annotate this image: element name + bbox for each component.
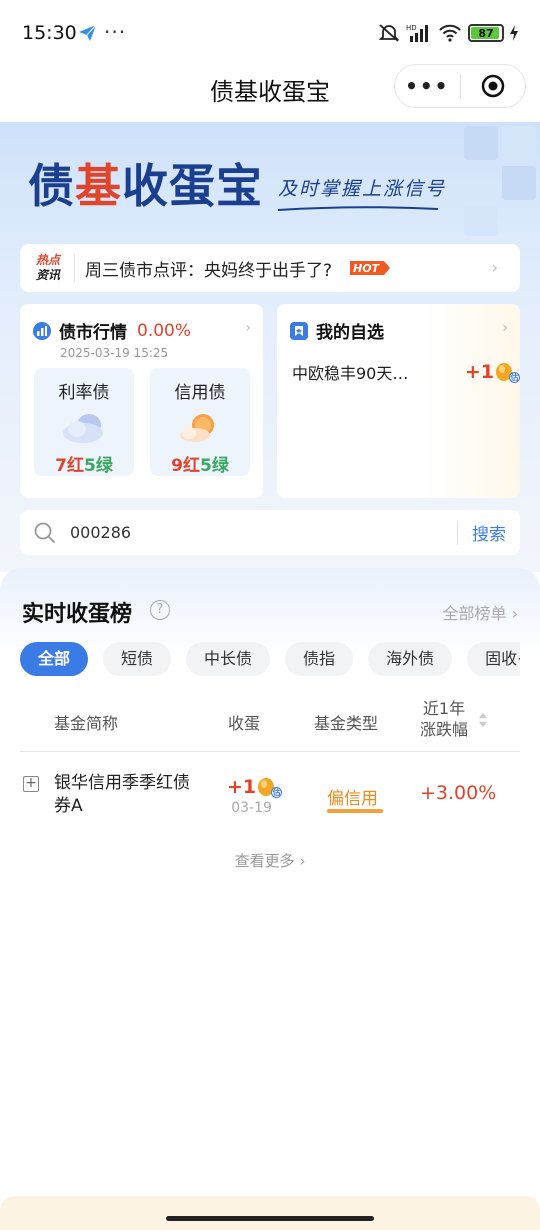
tab-mid-long-bond[interactable]: 中长债: [186, 642, 271, 676]
fund-type-bar: [327, 809, 383, 813]
watchlist-item[interactable]: 中欧稳丰90天… +1 估: [292, 360, 520, 384]
market-card-title: 债市行情: [59, 323, 127, 343]
status-time: 15:30: [22, 22, 77, 44]
search-input[interactable]: [70, 523, 457, 542]
tab-all[interactable]: 全部: [20, 642, 89, 676]
news-headline[interactable]: 周三债市点评：央妈终于出手了?: [85, 256, 332, 281]
hot-badge: HOT: [350, 261, 391, 275]
market-update-time: 2025-03-19 15:25: [60, 346, 169, 360]
table-row[interactable]: + 银华信用季季红债券A +1 估 03-19 偏信用 +3.00%: [20, 768, 520, 828]
col-fund-type: 基金类型: [314, 714, 379, 733]
watchlist-egg-value: +1 估: [464, 361, 520, 383]
credit-bond-count: 9红5绿: [171, 456, 229, 476]
charging-icon: [510, 25, 518, 41]
bottom-banner[interactable]: [0, 1196, 540, 1230]
rate-bond-tile[interactable]: 利率债 7红5绿: [34, 368, 134, 476]
watchlist-title: 我的自选: [316, 323, 384, 343]
bookmark-icon: [290, 321, 308, 340]
svg-text:HOT: HOT: [353, 262, 381, 275]
fund-type: 偏信用: [327, 789, 378, 809]
rate-bond-count: 7红5绿: [55, 456, 113, 476]
ranking-section: 实时收蛋榜 ? 全部榜单 › 全部 短债 中长债 债指 海外债 固收+ 基金简称…: [0, 568, 540, 1230]
help-icon[interactable]: ?: [150, 600, 170, 620]
tab-fixed-income-plus[interactable]: 固收+: [467, 642, 520, 676]
signal-icon: HD: [406, 24, 428, 42]
table-header: 基金简称 收蛋 基金类型 近1年 涨跌幅: [20, 698, 520, 752]
category-tabs: 全部 短债 中长债 债指 海外债 固收+: [20, 642, 520, 678]
egg-date: 03-19: [231, 800, 272, 816]
status-icons: HD 87: [378, 22, 518, 44]
hero-underline: [278, 206, 438, 211]
mute-icon: [378, 24, 400, 42]
more-dots-icon[interactable]: •••: [395, 74, 460, 98]
mini-program-capsule: •••: [394, 64, 526, 108]
market-change-pct: 0.00%: [137, 320, 192, 341]
watchlist-card[interactable]: 我的自选 › 中欧稳丰90天… +1 估: [277, 304, 520, 498]
home-indicator: [166, 1216, 374, 1221]
wifi-icon: [439, 24, 461, 42]
view-more-link[interactable]: 查看更多 ›: [0, 850, 540, 871]
golden-egg-icon: 估: [256, 776, 283, 798]
battery-icon: 87: [468, 24, 504, 42]
chevron-right-icon: ›: [502, 320, 508, 336]
title-bar: 债基收蛋宝 •••: [0, 64, 540, 122]
tab-short-bond[interactable]: 短债: [103, 642, 172, 676]
sun-cloud-icon: [180, 414, 214, 442]
tab-bond-index[interactable]: 债指: [285, 642, 354, 676]
search-bar: 搜索: [20, 510, 520, 555]
col-1y-change[interactable]: 近1年 涨跌幅: [420, 698, 468, 740]
col-eggs: 收蛋: [228, 714, 261, 733]
decorative-blocks: [464, 126, 536, 236]
change-1y: +3.00%: [420, 782, 497, 804]
hero-subtitle: 及时掌握上涨信号: [278, 178, 447, 200]
search-button[interactable]: 搜索: [458, 520, 520, 545]
hot-news-tag: 热点 资讯: [36, 253, 61, 282]
all-rankings-link[interactable]: 全部榜单 ›: [443, 600, 519, 624]
target-icon[interactable]: [461, 74, 526, 98]
watchlist-fund-name: 中欧稳丰90天…: [292, 364, 409, 383]
sort-icon[interactable]: [478, 712, 488, 728]
credit-bond-tile[interactable]: 信用债 9红5绿: [150, 368, 250, 476]
bar-chart-icon: [33, 321, 51, 340]
app-notification-icon: [79, 24, 97, 41]
hero-title: 债基收蛋宝: [28, 159, 263, 213]
ranking-title: 实时收蛋榜: [22, 602, 133, 627]
bond-market-card[interactable]: 债市行情 0.00% › 2025-03-19 15:25 利率债 7红5绿 信…: [20, 304, 263, 498]
battery-level: 87: [478, 26, 494, 40]
col-fund-name: 基金简称: [54, 714, 119, 733]
chevron-right-icon: ›: [245, 320, 251, 336]
fund-name: 银华信用季季红债券A: [54, 773, 190, 816]
status-bar: 15:30 ··· HD 87: [0, 0, 540, 64]
golden-egg-icon: 估: [494, 361, 520, 383]
search-icon: [34, 522, 56, 543]
expand-icon[interactable]: +: [23, 776, 39, 792]
cloudy-icon: [63, 414, 103, 443]
svg-text:HD: HD: [406, 24, 417, 32]
status-more-dots: ···: [104, 20, 127, 44]
hot-news-bar[interactable]: 热点 资讯 周三债市点评：央妈终于出手了? HOT ›: [20, 244, 520, 292]
tab-overseas-bond[interactable]: 海外债: [368, 642, 453, 676]
news-chevron-icon: ›: [491, 258, 498, 277]
egg-cell: +1 估 03-19: [227, 776, 283, 816]
